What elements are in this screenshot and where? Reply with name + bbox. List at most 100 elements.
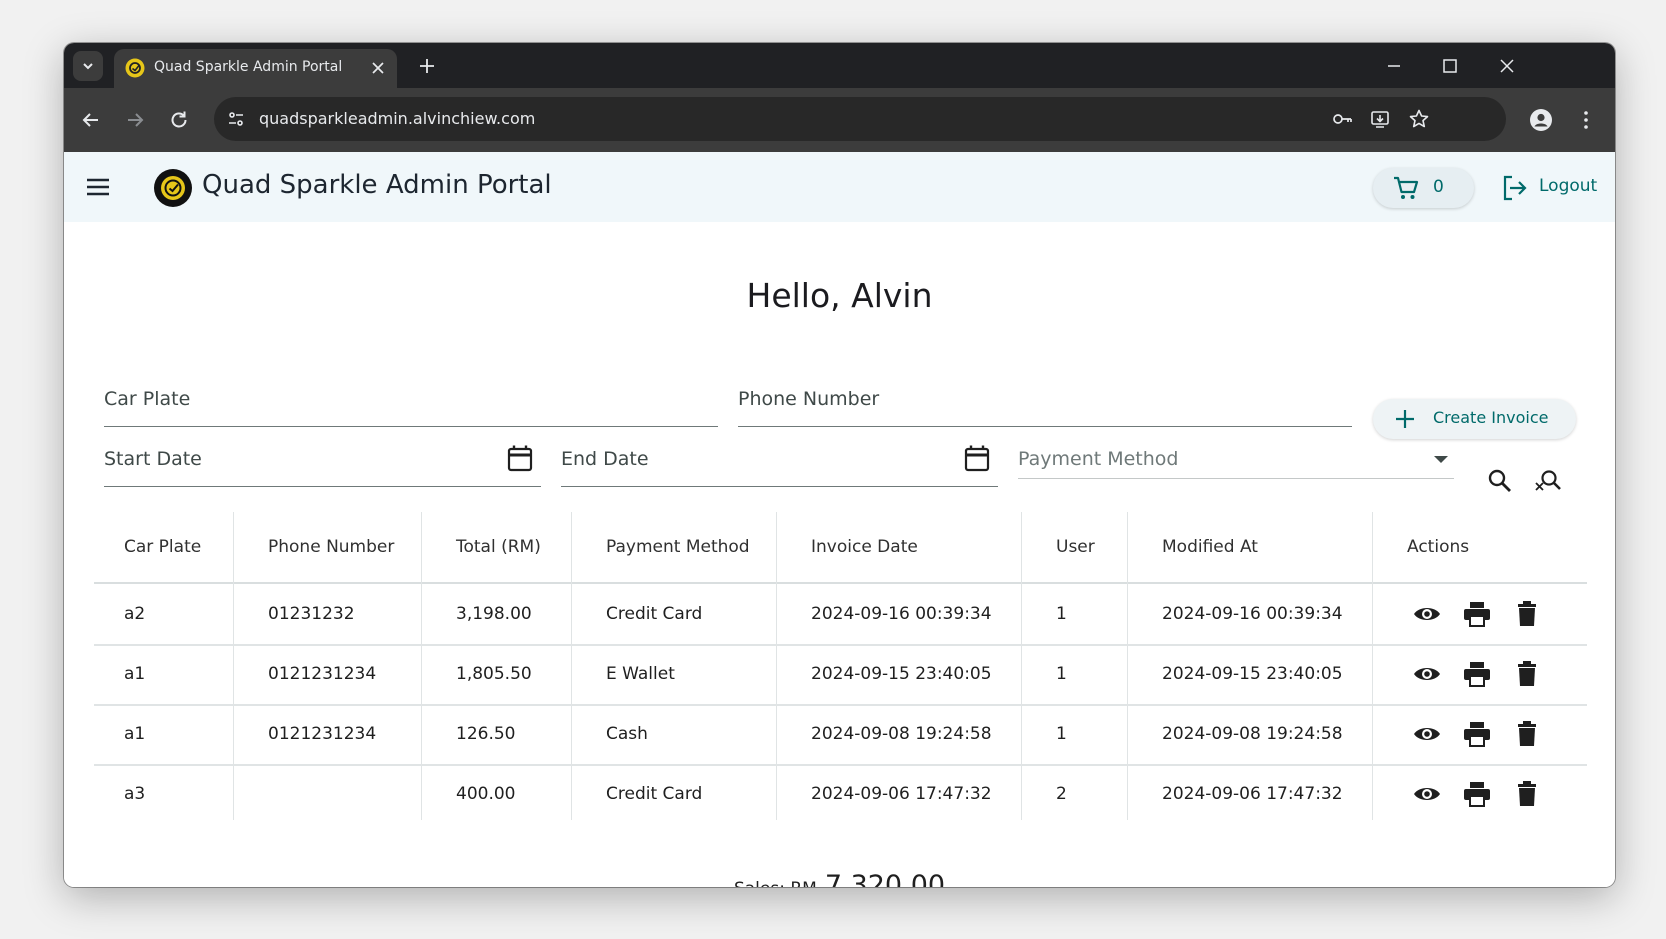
browser-tab[interactable]: Quad Sparkle Admin Portal — [114, 49, 397, 88]
site-info-icon[interactable] — [224, 107, 248, 131]
browser-toolbar: quadsparkleadmin.alvinchiew.com — [64, 88, 1615, 152]
cell-modified-at: 2024-09-15 23:40:05 — [1162, 664, 1343, 684]
create-invoice-button[interactable]: Create Invoice — [1373, 399, 1576, 439]
header-car-plate[interactable]: Car Plate — [124, 512, 201, 582]
cell-modified-at: 2024-09-08 19:24:58 — [1162, 724, 1343, 744]
close-window-icon[interactable] — [1496, 55, 1518, 77]
sales-label: Sales: RM — [734, 879, 817, 887]
logout-label: Logout — [1539, 176, 1598, 196]
header-user[interactable]: User — [1056, 512, 1095, 582]
site-favicon-icon — [125, 58, 145, 78]
reload-icon[interactable] — [167, 108, 191, 132]
trash-icon[interactable] — [1512, 719, 1542, 749]
header-payment-method[interactable]: Payment Method — [606, 512, 750, 582]
cell-car-plate: a3 — [124, 784, 146, 804]
header-phone-number[interactable]: Phone Number — [268, 512, 394, 582]
cell-invoice-date: 2024-09-08 19:24:58 — [811, 724, 992, 744]
car-plate-field[interactable]: Car Plate — [104, 388, 718, 427]
phone-number-label: Phone Number — [738, 388, 880, 410]
cell-payment-method: E Wallet — [606, 664, 675, 684]
back-icon[interactable] — [79, 108, 103, 132]
eye-icon[interactable] — [1412, 599, 1442, 629]
cart-button[interactable]: 0 — [1373, 168, 1474, 208]
cell-user: 1 — [1056, 724, 1067, 744]
column-divider — [233, 512, 234, 820]
chevron-down-icon — [83, 63, 93, 70]
table-row: a2 01231232 3,198.00 Credit Card 2024-09… — [94, 584, 1587, 646]
password-key-icon[interactable] — [1331, 108, 1353, 130]
minimize-icon[interactable] — [1383, 55, 1405, 77]
clear-search-icon[interactable] — [1534, 467, 1562, 495]
cell-payment-method: Credit Card — [606, 784, 703, 804]
install-app-icon[interactable] — [1369, 108, 1391, 130]
app-title: Quad Sparkle Admin Portal — [202, 170, 552, 200]
shopping-cart-icon — [1394, 176, 1419, 199]
table-row: a1 0121231234 1,805.50 E Wallet 2024-09-… — [94, 644, 1587, 706]
cell-car-plate: a1 — [124, 664, 146, 684]
browser-window: Quad Sparkle Admin Portal quadsparkleadm… — [64, 43, 1615, 887]
app-page: Quad Sparkle Admin Portal 0 Logout Hello… — [64, 152, 1615, 887]
start-date-field[interactable]: Start Date — [104, 445, 541, 487]
trash-icon[interactable] — [1512, 599, 1542, 629]
trash-icon[interactable] — [1512, 779, 1542, 809]
printer-icon[interactable] — [1462, 599, 1492, 629]
url-text: quadsparkleadmin.alvinchiew.com — [259, 109, 536, 128]
bookmark-star-icon[interactable] — [1408, 108, 1430, 130]
cell-phone-number: 01231232 — [268, 604, 355, 624]
cell-modified-at: 2024-09-16 00:39:34 — [1162, 604, 1343, 624]
new-tab-icon[interactable] — [416, 55, 438, 77]
logout-icon — [1503, 175, 1527, 201]
column-divider — [1372, 512, 1373, 820]
eye-icon[interactable] — [1412, 779, 1442, 809]
cell-phone-number: 0121231234 — [268, 664, 377, 684]
cell-car-plate: a2 — [124, 604, 146, 624]
car-plate-label: Car Plate — [104, 388, 191, 410]
printer-icon[interactable] — [1462, 779, 1492, 809]
phone-number-field[interactable]: Phone Number — [738, 388, 1352, 427]
eye-icon[interactable] — [1412, 659, 1442, 689]
cell-invoice-date: 2024-09-06 17:47:32 — [811, 784, 992, 804]
table-row: a3 400.00 Credit Card 2024-09-06 17:47:3… — [94, 764, 1587, 824]
column-divider — [1127, 512, 1128, 820]
tab-search-button[interactable] — [73, 51, 103, 81]
header-invoice-date[interactable]: Invoice Date — [811, 512, 918, 582]
payment-method-select[interactable]: Payment Method — [1018, 448, 1454, 479]
header-actions: Actions — [1407, 537, 1470, 557]
end-date-field[interactable]: End Date — [561, 445, 998, 487]
header-total[interactable]: Total (RM) — [456, 512, 541, 582]
trash-icon[interactable] — [1512, 659, 1542, 689]
column-divider — [421, 512, 422, 820]
sales-summary: Sales: RM 7,320.00 — [64, 870, 1615, 887]
profile-avatar-icon[interactable] — [1529, 108, 1553, 132]
forward-icon[interactable] — [123, 108, 147, 132]
browser-menu-icon[interactable] — [1574, 108, 1598, 132]
cell-car-plate: a1 — [124, 724, 146, 744]
printer-icon[interactable] — [1462, 659, 1492, 689]
eye-icon[interactable] — [1412, 719, 1442, 749]
header-modified-at[interactable]: Modified At — [1162, 512, 1258, 582]
end-date-label: End Date — [561, 448, 649, 470]
search-icon[interactable] — [1486, 467, 1514, 495]
sales-total: 7,320.00 — [824, 870, 946, 887]
cell-invoice-date: 2024-09-15 23:40:05 — [811, 664, 992, 684]
printer-icon[interactable] — [1462, 719, 1492, 749]
tab-title: Quad Sparkle Admin Portal — [154, 59, 343, 75]
address-bar[interactable]: quadsparkleadmin.alvinchiew.com — [214, 97, 1506, 141]
column-divider — [1021, 512, 1022, 820]
cell-phone-number: 0121231234 — [268, 724, 377, 744]
plus-icon — [1396, 410, 1414, 428]
tab-strip: Quad Sparkle Admin Portal — [64, 43, 1615, 88]
close-tab-icon[interactable] — [369, 59, 387, 77]
calendar-icon[interactable] — [507, 444, 533, 472]
cell-user: 1 — [1056, 664, 1067, 684]
maximize-icon[interactable] — [1439, 55, 1461, 77]
column-divider — [571, 512, 572, 820]
table-row: a1 0121231234 126.50 Cash 2024-09-08 19:… — [94, 704, 1587, 766]
brand-logo — [154, 169, 192, 207]
cell-payment-method: Cash — [606, 724, 648, 744]
menu-icon[interactable] — [85, 175, 111, 199]
table-header-row: Car Plate Phone Number Total (RM) Paymen… — [94, 512, 1587, 584]
cell-user: 2 — [1056, 784, 1067, 804]
calendar-icon[interactable] — [964, 444, 990, 472]
cell-total: 126.50 — [456, 724, 516, 744]
